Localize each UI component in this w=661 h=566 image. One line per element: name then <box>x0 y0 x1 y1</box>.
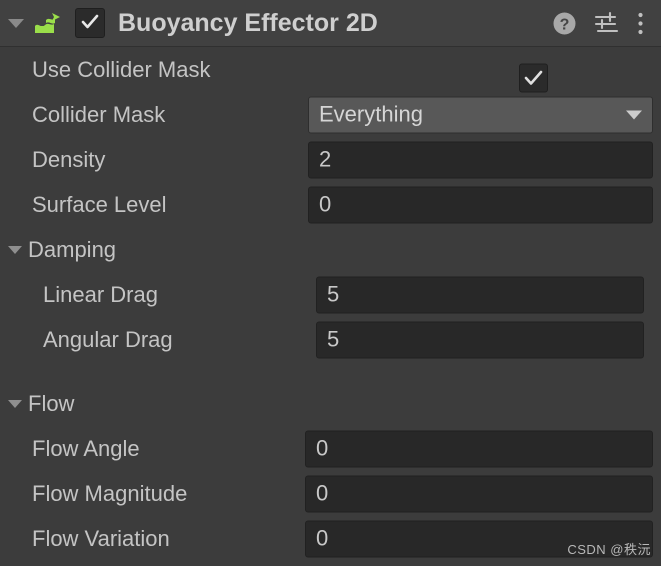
component-foldout-arrow[interactable] <box>0 18 32 28</box>
help-icon[interactable]: ? <box>551 10 578 37</box>
property-list: Use Collider Mask Collider Mask Everythi… <box>0 47 661 561</box>
checkmark-icon <box>524 70 542 85</box>
flow-foldout[interactable]: Flow <box>0 381 661 426</box>
property-row-collider-mask: Collider Mask Everything <box>0 92 661 137</box>
property-row-flow-variation: Flow Variation 0 <box>0 516 661 561</box>
use-collider-mask-checkbox[interactable] <box>518 63 548 92</box>
surface-level-input[interactable]: 0 <box>308 186 653 223</box>
component-enabled-checkbox[interactable] <box>75 8 105 38</box>
angular-drag-value: 5 <box>327 326 340 352</box>
chevron-down-icon <box>8 245 22 254</box>
preset-settings-icon[interactable] <box>593 10 620 37</box>
label-damping: Damping <box>28 236 117 262</box>
inspector-panel: Buoyancy Effector 2D ? Use Collider Mask… <box>0 0 661 566</box>
component-title: Buoyancy Effector 2D <box>118 8 378 37</box>
label-density: Density <box>32 146 106 172</box>
svg-text:?: ? <box>560 16 570 33</box>
damping-foldout[interactable]: Damping <box>0 227 661 272</box>
label-use-collider-mask: Use Collider Mask <box>32 56 211 82</box>
surface-level-value: 0 <box>319 191 332 217</box>
flow-magnitude-input[interactable]: 0 <box>305 475 653 512</box>
linear-drag-value: 5 <box>327 281 340 307</box>
property-row-flow-angle: Flow Angle 0 <box>0 426 661 471</box>
collider-mask-dropdown[interactable]: Everything <box>308 96 653 133</box>
chevron-down-icon <box>626 110 642 119</box>
chevron-down-icon <box>8 399 22 408</box>
label-linear-drag: Linear Drag <box>43 281 158 307</box>
label-flow: Flow <box>28 390 75 416</box>
density-input[interactable]: 2 <box>308 141 653 178</box>
collider-mask-value: Everything <box>319 101 423 127</box>
flow-angle-value: 0 <box>316 435 329 461</box>
linear-drag-input[interactable]: 5 <box>316 276 644 313</box>
label-flow-variation: Flow Variation <box>32 525 170 551</box>
flow-variation-value: 0 <box>316 525 329 551</box>
label-collider-mask: Collider Mask <box>32 101 166 127</box>
label-angular-drag: Angular Drag <box>43 326 173 352</box>
watermark: CSDN @秩沅 <box>567 542 651 557</box>
property-row-linear-drag: Linear Drag 5 <box>0 272 661 317</box>
property-row-flow-magnitude: Flow Magnitude 0 <box>0 471 661 516</box>
density-value: 2 <box>319 146 332 172</box>
component-header[interactable]: Buoyancy Effector 2D ? <box>0 0 661 47</box>
property-row-use-collider-mask: Use Collider Mask <box>0 47 661 92</box>
header-icon-group: ? <box>551 10 646 37</box>
property-row-surface-level: Surface Level 0 <box>0 182 661 227</box>
more-options-icon[interactable] <box>635 10 646 37</box>
flow-magnitude-value: 0 <box>316 480 329 506</box>
property-row-density: Density 2 <box>0 137 661 182</box>
checkmark-icon <box>81 14 99 29</box>
flow-angle-input[interactable]: 0 <box>305 430 653 467</box>
buoyancy-effector-2d-icon <box>35 13 60 33</box>
label-flow-magnitude: Flow Magnitude <box>32 480 188 506</box>
chevron-down-icon <box>8 18 24 28</box>
label-surface-level: Surface Level <box>32 191 167 217</box>
label-flow-angle: Flow Angle <box>32 435 140 461</box>
angular-drag-input[interactable]: 5 <box>316 321 644 358</box>
property-row-angular-drag: Angular Drag 5 <box>0 317 661 362</box>
